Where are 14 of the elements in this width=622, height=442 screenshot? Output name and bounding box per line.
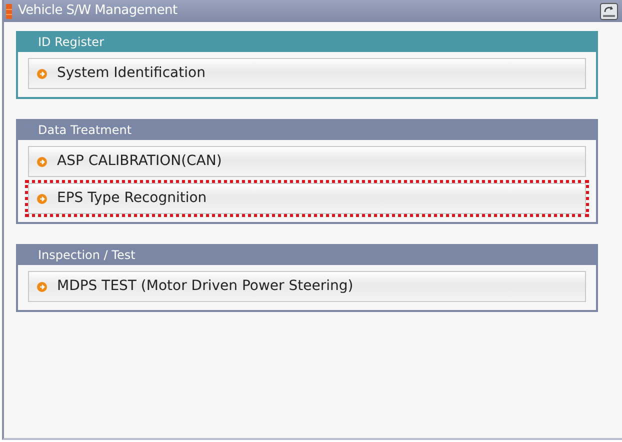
menu-item-button[interactable]: System Identification	[28, 58, 586, 89]
arrow-bullet-icon	[37, 68, 47, 78]
retry-icon[interactable]	[600, 2, 618, 20]
section-header: Data Treatment	[18, 121, 596, 140]
bookmark-icon	[6, 4, 12, 18]
arrow-bullet-icon	[37, 282, 47, 292]
section-header: Inspection / Test	[18, 246, 596, 265]
arrow-bullet-icon	[37, 156, 47, 166]
menu-item-button[interactable]: MDPS TEST (Motor Driven Power Steering)	[28, 271, 586, 302]
window-title: Vehicle S/W Management	[18, 2, 178, 20]
arrow-bullet-icon	[37, 194, 47, 204]
menu-item-button[interactable]: EPS Type Recognition	[28, 183, 586, 214]
section-header: ID Register	[18, 33, 596, 52]
menu-item-button[interactable]: ASP CALIBRATION(CAN)	[28, 146, 586, 177]
